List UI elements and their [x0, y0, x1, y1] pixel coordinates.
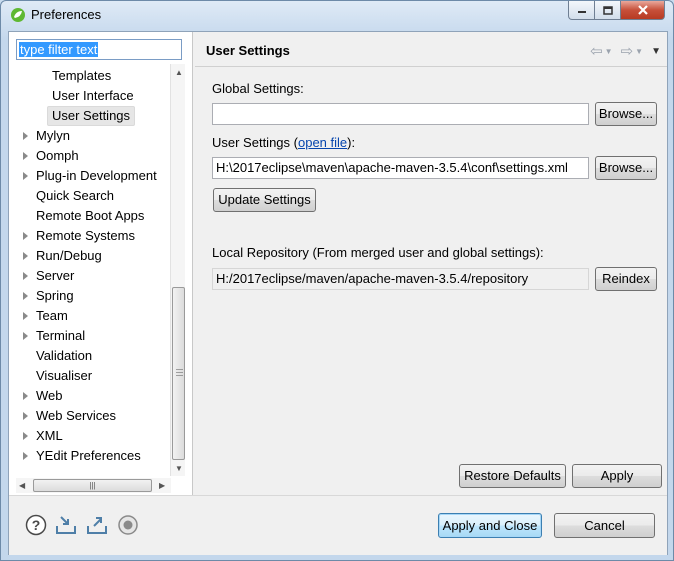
import-icon[interactable]: [55, 514, 77, 536]
local-repository-label: Local Repository (From merged user and g…: [212, 245, 544, 260]
tree-item-label: Server: [36, 268, 75, 283]
restore-defaults-button[interactable]: Restore Defaults: [459, 464, 566, 488]
tree-item-label: Plug-in Development: [36, 168, 157, 183]
minimize-icon: [577, 11, 586, 13]
page-title: User Settings: [206, 43, 290, 58]
back-arrow-icon[interactable]: ⇦: [590, 42, 603, 60]
expand-arrow-icon[interactable]: [23, 412, 28, 420]
preferences-window: Preferences type filter text Templates Us…: [0, 0, 674, 561]
apply-and-close-button[interactable]: Apply and Close: [438, 513, 542, 538]
tree-item-label: Web: [36, 388, 63, 403]
expand-arrow-icon[interactable]: [23, 292, 28, 300]
tree-item-label: Spring: [36, 288, 74, 303]
window-title: Preferences: [31, 7, 102, 22]
tree-item-label: Visualiser: [36, 368, 93, 383]
expand-arrow-icon[interactable]: [23, 392, 28, 400]
local-repository-input[interactable]: H:/2017eclipse/maven/apache-maven-3.5.4/…: [212, 268, 589, 290]
vertical-scroll-thumb[interactable]: — — —: [172, 287, 185, 460]
minimize-button[interactable]: [568, 1, 595, 20]
svg-text:?: ?: [32, 517, 41, 533]
preference-page: User Settings ⇦ ▼ ⇨ ▼ ▼ Global Settings: B…: [195, 32, 667, 495]
tree-item-label: Templates: [52, 68, 112, 83]
expand-arrow-icon[interactable]: [23, 432, 28, 440]
expand-arrow-icon[interactable]: [23, 272, 28, 280]
user-settings-label-suffix: ):: [347, 135, 356, 150]
export-icon[interactable]: [86, 514, 108, 536]
expand-arrow-icon[interactable]: [23, 252, 28, 260]
expand-arrow-icon[interactable]: [23, 132, 28, 140]
update-settings-button[interactable]: Update Settings: [213, 188, 316, 212]
filter-input[interactable]: type filter text: [16, 39, 182, 60]
expand-arrow-icon[interactable]: [23, 232, 28, 240]
user-settings-browse-button[interactable]: Browse...: [595, 156, 657, 180]
tree-item-label: Web Services: [36, 408, 116, 423]
user-settings-label: User Settings (open file):: [212, 135, 355, 150]
horizontal-scroll-thumb[interactable]: |||: [33, 479, 152, 492]
expand-arrow-icon[interactable]: [23, 172, 28, 180]
tree-item-label: YEdit Preferences: [36, 448, 141, 463]
help-icon[interactable]: ?: [25, 514, 47, 536]
user-settings-label-text: User Settings (: [212, 135, 298, 150]
maximize-button[interactable]: [595, 1, 621, 20]
tree-item-label: Mylyn: [36, 128, 70, 143]
scroll-down-icon[interactable]: ▼: [175, 464, 183, 473]
reindex-button[interactable]: Reindex: [595, 267, 657, 291]
global-settings-browse-button[interactable]: Browse...: [595, 102, 657, 126]
scroll-up-icon[interactable]: ▲: [175, 68, 183, 77]
scroll-left-icon[interactable]: ◀: [19, 481, 25, 490]
tree-vertical-scrollbar[interactable]: ▲ — — — ▼: [170, 64, 185, 476]
expand-arrow-icon[interactable]: [23, 332, 28, 340]
tree-item-label: Remote Boot Apps: [36, 208, 145, 223]
global-settings-label: Global Settings:: [212, 81, 304, 96]
view-menu-icon[interactable]: ▼: [651, 46, 661, 57]
filter-text: type filter text: [19, 42, 99, 57]
preference-tree-panel: type filter text Templates User Interface…: [9, 32, 193, 495]
grip-icon: — — —: [176, 366, 183, 379]
page-navigation: ⇦ ▼ ⇨ ▼ ▼: [590, 42, 661, 60]
record-icon[interactable]: [117, 514, 139, 536]
tree-horizontal-scrollbar[interactable]: ◀ ||| ▶: [16, 478, 171, 493]
tree-item[interactable]: User Settings: [47, 106, 136, 126]
global-settings-input[interactable]: [212, 103, 589, 125]
expand-arrow-icon[interactable]: [23, 312, 28, 320]
tree-item-label: XML: [36, 428, 63, 443]
forward-arrow-icon[interactable]: ⇨: [621, 42, 634, 60]
apply-button[interactable]: Apply: [572, 464, 662, 488]
close-button[interactable]: [621, 1, 665, 20]
expand-arrow-icon[interactable]: [23, 452, 28, 460]
tree-item-label: Quick Search: [36, 188, 115, 203]
tree-item-label: Team: [36, 308, 68, 323]
dialog-client-area: type filter text Templates User Interface…: [8, 31, 668, 555]
maximize-icon: [602, 5, 613, 15]
scroll-right-icon[interactable]: ▶: [159, 481, 165, 490]
page-header: User Settings ⇦ ▼ ⇨ ▼ ▼: [195, 32, 667, 67]
tree-item-label: Remote Systems: [36, 228, 135, 243]
tree-item-label: Run/Debug: [36, 248, 102, 263]
tree-item-label: Validation: [36, 348, 93, 363]
cancel-button[interactable]: Cancel: [554, 513, 655, 538]
user-settings-input[interactable]: H:\2017eclipse\maven\apache-maven-3.5.4\…: [212, 157, 589, 179]
preference-tree[interactable]: Templates User Interface User Settings Myly…: [16, 64, 171, 476]
tree-item-label: User Settings: [52, 108, 131, 123]
back-dropdown-icon[interactable]: ▼: [605, 47, 613, 56]
expand-arrow-icon[interactable]: [23, 152, 28, 160]
open-file-link[interactable]: open file: [298, 135, 347, 150]
tree-item-label: Oomph: [36, 148, 79, 163]
dialog-footer: ? Apply and Close Cancel: [9, 495, 667, 555]
forward-dropdown-icon[interactable]: ▼: [635, 47, 643, 56]
tree-item-label: Terminal: [36, 328, 86, 343]
eclipse-spring-icon: [11, 8, 25, 22]
tree-item-label: User Interface: [52, 88, 134, 103]
title-bar[interactable]: Preferences: [1, 1, 673, 31]
close-icon: [637, 5, 648, 15]
